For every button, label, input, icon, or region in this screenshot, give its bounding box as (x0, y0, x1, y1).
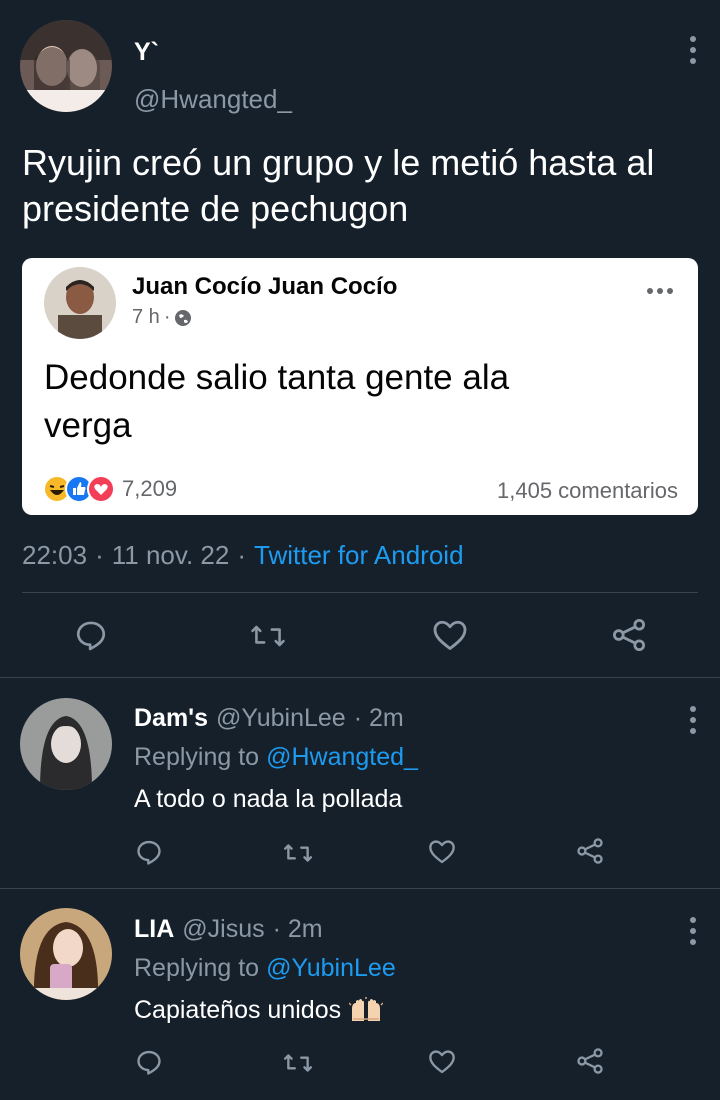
share-icon[interactable] (575, 1046, 605, 1076)
embedded-post-image[interactable]: Juan Cocío Juan Cocío 7 h · Dedonde sali… (22, 258, 698, 515)
reactions: 7,209 (42, 474, 177, 504)
post-text-line: verga (44, 406, 132, 445)
author-display-name[interactable]: Y` (134, 38, 159, 67)
reply-display-name[interactable]: LIA (134, 915, 174, 944)
tweet-timestamp: 22:03 · 11 nov. 22 · Twitter for Android (22, 540, 464, 571)
timestamp-sep: · (95, 540, 104, 570)
more-options-icon[interactable] (689, 917, 697, 945)
more-options-icon[interactable] (689, 36, 697, 64)
tweet-source-link[interactable]: Twitter for Android (254, 540, 464, 571)
reply-icon[interactable] (135, 838, 163, 866)
divider (22, 592, 698, 593)
retweet-icon[interactable] (250, 620, 286, 652)
retweet-icon[interactable] (283, 840, 313, 866)
reaction-count: 7,209 (122, 476, 178, 501)
comment-count: 1,405 comentarios (497, 478, 678, 503)
post-meta-dot: · (163, 306, 171, 328)
like-icon[interactable] (428, 1048, 456, 1075)
replying-to-line: Replying to @Hwangted_ (134, 743, 418, 772)
tweet-text: Ryujin creó un grupo y le metió hasta al… (22, 140, 654, 232)
reply-text: A todo o nada la pollada (134, 785, 403, 813)
tweet-text-line: presidente de pechugon (22, 188, 409, 229)
author-avatar[interactable] (20, 20, 112, 112)
more-options-icon[interactable] (689, 706, 697, 734)
reply-icon[interactable] (74, 618, 108, 652)
author-handle[interactable]: @Hwangted_ (134, 84, 292, 115)
love-reaction-icon (86, 474, 116, 504)
globe-icon (174, 309, 192, 327)
raising-hands-emoji-icon (349, 996, 384, 1025)
like-icon[interactable] (428, 838, 456, 865)
reply-time: · 2m (272, 915, 323, 943)
post-text: Dedonde salio tanta gente ala verga (44, 354, 509, 450)
reply-time: · 2m (353, 704, 404, 732)
like-icon[interactable] (432, 618, 468, 652)
share-icon[interactable] (610, 616, 648, 654)
tweet-time: 22:03 (22, 540, 88, 570)
reply-header: Dam's @YubinLee · 2m (134, 704, 404, 733)
reply-text-row: Capiateños unidos (134, 996, 384, 1025)
post-meta: 7 h · (132, 306, 192, 329)
divider (0, 888, 720, 889)
reply-handle[interactable]: @YubinLee (216, 704, 346, 733)
post-author-avatar (44, 267, 116, 339)
post-time: 7 h (132, 306, 160, 328)
reply-text: Capiateños unidos (134, 996, 342, 1024)
reply-avatar[interactable] (20, 698, 112, 790)
replying-prefix: Replying to (134, 954, 260, 982)
replying-to-link[interactable]: @Hwangted_ (266, 743, 418, 772)
retweet-icon[interactable] (283, 1050, 313, 1076)
reply-icon[interactable] (135, 1048, 163, 1076)
tweet-text-line: Ryujin creó un grupo y le metió hasta al (22, 142, 655, 183)
divider (0, 677, 720, 678)
reply-display-name[interactable]: Dam's (134, 704, 208, 733)
post-more-icon (647, 288, 673, 294)
reply-handle[interactable]: @Jisus (182, 915, 264, 944)
replying-to-line: Replying to @YubinLee (134, 954, 396, 983)
post-author-name: Juan Cocío Juan Cocío (132, 273, 398, 300)
timestamp-sep: · (237, 540, 246, 570)
replying-prefix: Replying to (134, 743, 260, 771)
share-icon[interactable] (575, 836, 605, 866)
replying-to-link[interactable]: @YubinLee (266, 954, 396, 983)
tweet-date: 11 nov. 22 (111, 540, 230, 570)
post-text-line: Dedonde salio tanta gente ala (44, 358, 510, 397)
reply-header: LIA @Jisus · 2m (134, 915, 323, 944)
reply-avatar[interactable] (20, 908, 112, 1000)
